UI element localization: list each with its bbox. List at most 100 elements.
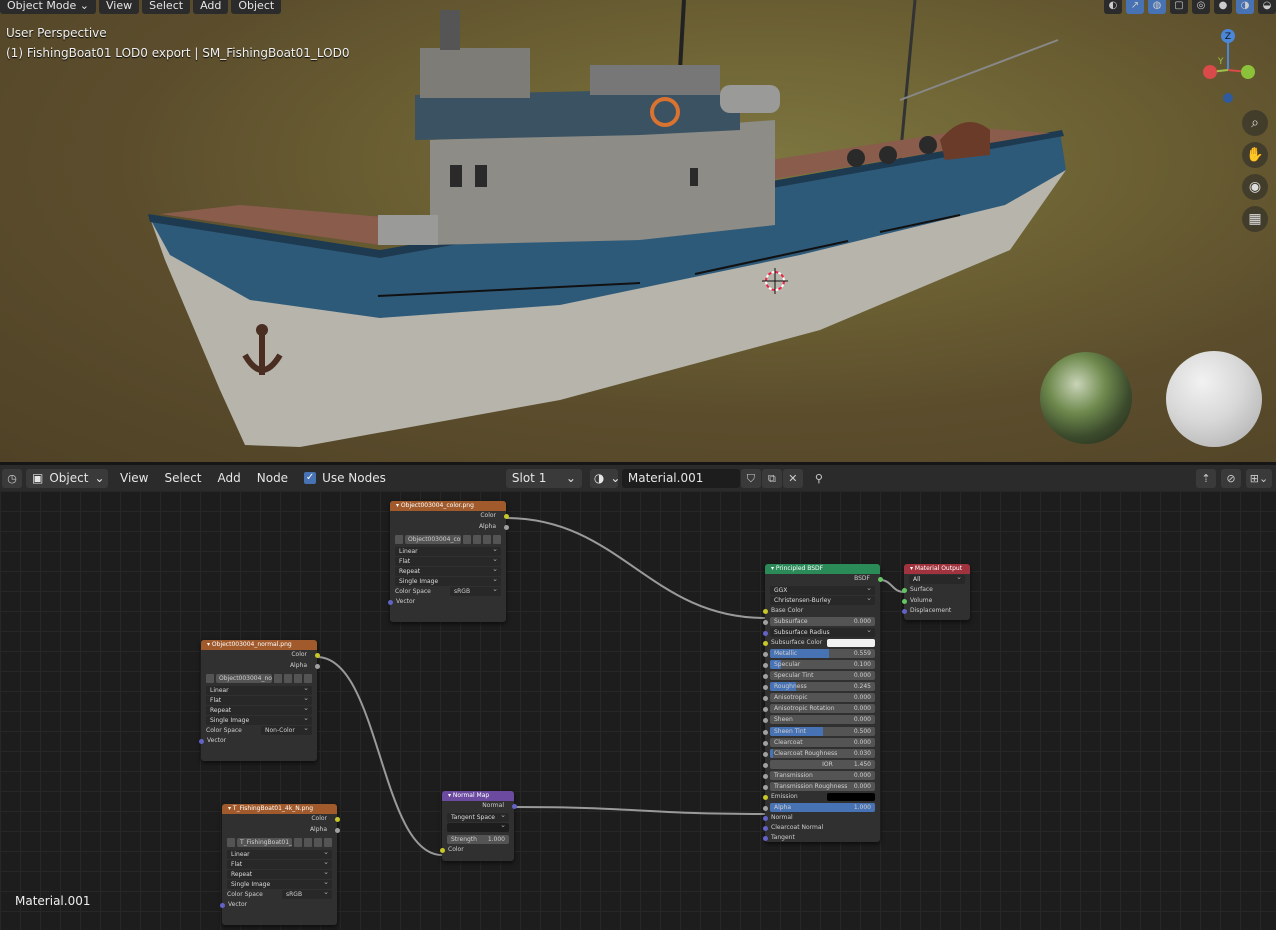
node-normal-map[interactable]: ▾ Normal Map Normal Tangent Space Streng… xyxy=(439,791,517,861)
distribution-dropdown[interactable]: GGX xyxy=(770,585,875,595)
image-name[interactable]: T_FishingBoat01_... xyxy=(237,838,292,847)
menu-add[interactable]: Add xyxy=(193,0,229,14)
folder-icon[interactable] xyxy=(483,535,491,544)
target-dropdown[interactable]: All xyxy=(909,575,965,584)
extension-dropdown[interactable]: Repeat xyxy=(395,567,501,576)
socket-input[interactable] xyxy=(439,847,445,853)
socket-output[interactable] xyxy=(314,663,320,669)
socket-input[interactable] xyxy=(762,662,768,668)
folder-icon[interactable] xyxy=(314,838,322,847)
ne-menu-select[interactable]: Select xyxy=(156,471,209,485)
camera-icon[interactable]: ◉ xyxy=(1242,174,1268,200)
xray-icon[interactable]: ▢ xyxy=(1170,0,1188,14)
image-name[interactable]: Object003004_col... xyxy=(405,535,461,544)
socket-input[interactable] xyxy=(762,608,768,614)
use-nodes-checkbox[interactable]: ✓ Use Nodes xyxy=(296,471,394,485)
socket-output[interactable] xyxy=(503,514,509,519)
socket-input[interactable] xyxy=(762,640,768,646)
interpolation-dropdown[interactable]: Linear xyxy=(206,686,312,695)
source-dropdown[interactable]: Single Image xyxy=(395,577,501,586)
uv-map-field[interactable] xyxy=(447,822,509,832)
fake-user-shield-icon[interactable]: ⛉ xyxy=(740,468,761,488)
socket-output[interactable] xyxy=(511,804,517,809)
image-selector[interactable]: Object003004_col... xyxy=(395,535,501,544)
snap-target-icon[interactable]: ⊞⌄ xyxy=(1246,468,1272,488)
subsurface-radius-dropdown[interactable]: Subsurface Radius xyxy=(770,627,875,637)
image-selector[interactable]: T_FishingBoat01_... xyxy=(227,838,332,847)
socket-input[interactable] xyxy=(762,762,768,768)
material-shading-icon[interactable]: ◑ xyxy=(1236,0,1254,14)
socket-output[interactable] xyxy=(334,817,340,822)
copy-icon[interactable] xyxy=(284,674,292,683)
socket-output[interactable] xyxy=(314,653,320,658)
parent-node-tree-icon[interactable]: ⇡ xyxy=(1196,468,1216,488)
extension-dropdown[interactable]: Repeat xyxy=(227,870,332,879)
projection-dropdown[interactable]: Flat xyxy=(206,696,312,705)
socket-input[interactable] xyxy=(762,696,768,702)
close-icon[interactable] xyxy=(493,535,501,544)
socket-input[interactable] xyxy=(762,826,768,832)
visibility-icon[interactable]: ◐ xyxy=(1104,0,1122,14)
socket-input[interactable] xyxy=(762,773,768,779)
alpha-field[interactable]: Alpha 1.000 xyxy=(770,803,875,813)
source-dropdown[interactable]: Single Image xyxy=(227,880,332,889)
specular-field[interactable]: Specular 0.100 xyxy=(770,659,875,669)
socket-input[interactable] xyxy=(762,619,768,625)
node-principled-bsdf[interactable]: ▾ Principled BSDF BSDF GGX Christensen-B… xyxy=(762,564,883,842)
rendered-shading-icon[interactable]: ◒ xyxy=(1258,0,1276,14)
colorspace-dropdown[interactable]: sRGB xyxy=(450,585,501,596)
socket-input[interactable] xyxy=(762,674,768,680)
socket-input[interactable] xyxy=(901,598,907,604)
menu-view[interactable]: View xyxy=(99,0,140,14)
node-title[interactable]: ▾ Object003004_color.png xyxy=(390,501,506,511)
duplicate-material-icon[interactable]: ⧉ xyxy=(761,468,782,488)
node-title[interactable]: ▾ Object003004_normal.png xyxy=(201,640,317,650)
roughness-field[interactable]: Roughness 0.245 xyxy=(770,682,875,692)
extension-dropdown[interactable]: Repeat xyxy=(206,706,312,715)
pin-icon[interactable]: ⚲ xyxy=(809,469,829,488)
copy-icon[interactable] xyxy=(473,535,481,544)
node-title[interactable]: ▾ T_FishingBoat01_4k_N.png xyxy=(222,804,337,814)
solid-shading-icon[interactable]: ● xyxy=(1214,0,1232,14)
subsurface-method-dropdown[interactable]: Christensen-Burley xyxy=(770,595,875,605)
shield-icon[interactable] xyxy=(294,838,302,847)
node-material-output[interactable]: ▾ Material Output All Surface Volume Dis… xyxy=(901,564,970,620)
projection-dropdown[interactable]: Flat xyxy=(227,860,332,869)
3d-viewport[interactable]: Object Mode ⌄ View Select Add Object ◐ ↗… xyxy=(0,0,1276,462)
mode-dropdown[interactable]: Object Mode ⌄ xyxy=(0,0,97,14)
unlink-x-icon[interactable]: ✕ xyxy=(782,468,803,488)
socket-input[interactable] xyxy=(219,903,225,908)
ne-menu-node[interactable]: Node xyxy=(249,471,296,485)
socket-input[interactable] xyxy=(762,785,768,790)
navigation-gizmo[interactable]: Z Y xyxy=(1196,26,1260,108)
node-title[interactable]: ▾ Material Output xyxy=(904,564,970,574)
grid-icon[interactable]: ▦ xyxy=(1242,206,1268,232)
socket-input[interactable] xyxy=(762,651,768,657)
object-type-dropdown[interactable]: ▣ Object ⌄ xyxy=(26,468,108,488)
metallic-field[interactable]: Metallic 0.559 xyxy=(770,648,875,658)
material-browse-button[interactable]: ◑ ⌄ xyxy=(589,468,620,488)
close-icon[interactable] xyxy=(324,838,332,847)
editor-type-icon[interactable]: ◷ xyxy=(2,468,22,488)
zoom-icon[interactable]: ⌕ xyxy=(1242,110,1268,136)
image-selector[interactable]: Object003004_no... xyxy=(206,674,312,683)
socket-input[interactable] xyxy=(901,609,907,614)
socket-input[interactable] xyxy=(762,751,768,757)
source-dropdown[interactable]: Single Image xyxy=(206,716,312,725)
socket-output[interactable] xyxy=(334,827,340,833)
gizmo-toggle-icon[interactable]: ↗ xyxy=(1126,0,1144,14)
specular-tint-field[interactable]: Specular Tint 0.000 xyxy=(770,671,875,681)
subsurface-field[interactable]: Subsurface 0.000 xyxy=(770,616,875,626)
clearcoat-field[interactable]: Clearcoat 0.000 xyxy=(770,737,875,747)
projection-dropdown[interactable]: Flat xyxy=(395,557,501,566)
transmission-field[interactable]: Transmission 0.000 xyxy=(770,770,875,780)
snap-icon[interactable]: ⊘ xyxy=(1221,468,1241,488)
shield-icon[interactable] xyxy=(274,674,282,683)
material-name-field[interactable]: Material.001 xyxy=(621,468,740,488)
shield-icon[interactable] xyxy=(463,535,471,544)
image-name[interactable]: Object003004_no... xyxy=(216,674,272,683)
node-color-texture[interactable]: ▾ Object003004_color.png Color Alpha Obj… xyxy=(387,501,509,622)
socket-input[interactable] xyxy=(762,685,768,691)
colorspace-dropdown[interactable]: Non-Color xyxy=(261,724,312,735)
slot-dropdown[interactable]: Slot 1 ⌄ xyxy=(505,468,582,488)
